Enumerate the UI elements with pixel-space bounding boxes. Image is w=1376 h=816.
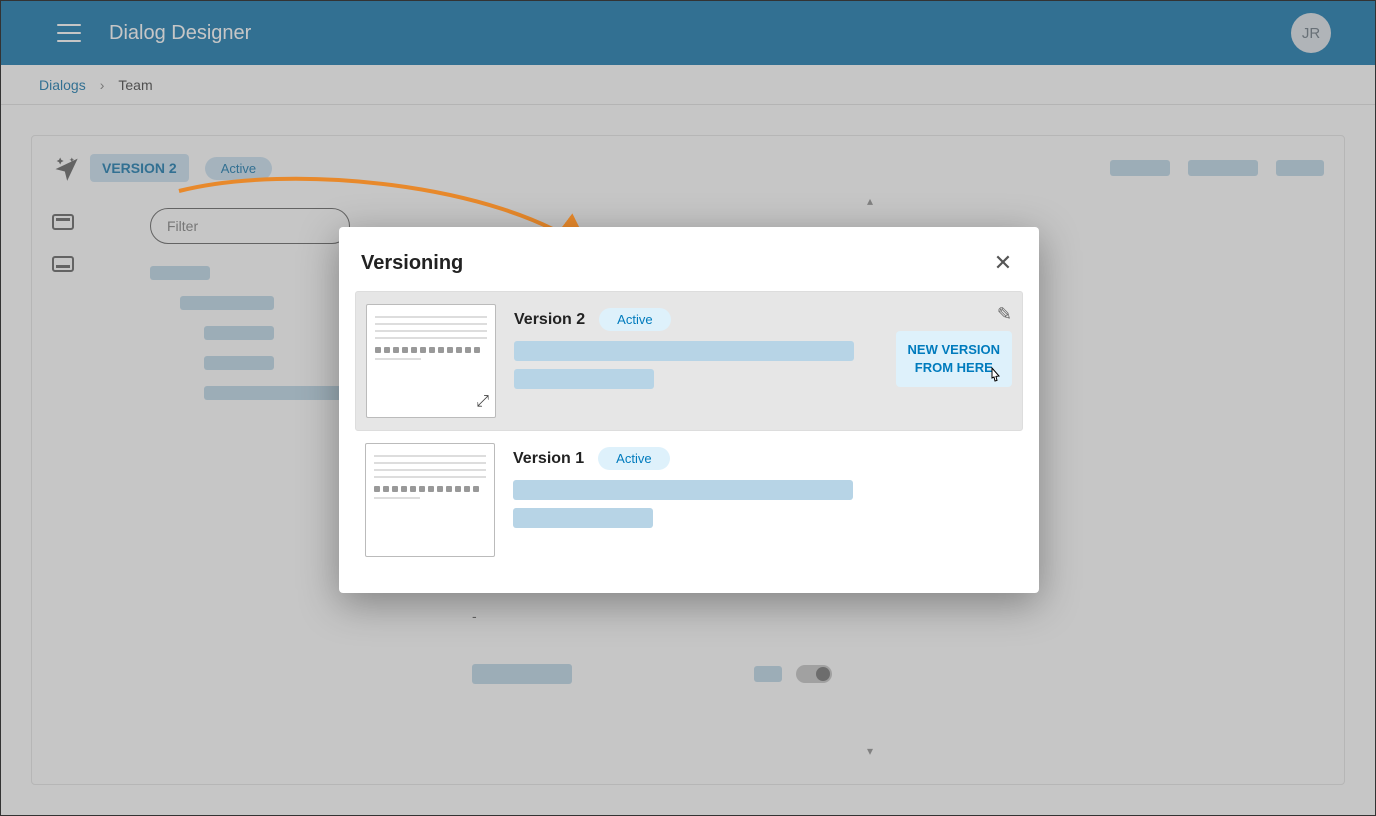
version-row[interactable]: Version 1 Active bbox=[355, 431, 1023, 569]
cursor-pointer-icon bbox=[986, 366, 1004, 395]
version-thumbnail[interactable]: ⤢ bbox=[366, 304, 496, 418]
version-name: Version 1 bbox=[513, 450, 584, 468]
version-info-placeholder bbox=[514, 341, 854, 361]
close-icon[interactable]: ✕ bbox=[989, 249, 1017, 277]
version-status-badge: Active bbox=[599, 308, 670, 331]
version-status-badge: Active bbox=[598, 447, 669, 470]
button-label-line1: NEW VERSION bbox=[908, 341, 1000, 359]
version-thumbnail[interactable] bbox=[365, 443, 495, 557]
version-info-placeholder bbox=[514, 369, 654, 389]
expand-icon[interactable]: ⤢ bbox=[476, 393, 489, 411]
version-info-placeholder bbox=[513, 480, 853, 500]
edit-icon[interactable]: ✎ bbox=[997, 304, 1012, 325]
version-name: Version 2 bbox=[514, 311, 585, 329]
version-info-placeholder bbox=[513, 508, 653, 528]
versioning-modal: Versioning ✕ ⤢ Version 2 Active bbox=[339, 227, 1039, 593]
modal-title: Versioning bbox=[361, 252, 463, 275]
new-version-from-here-button[interactable]: NEW VERSION FROM HERE bbox=[896, 331, 1012, 387]
version-row-selected[interactable]: ⤢ Version 2 Active ✎ NEW VERSION FROM HE… bbox=[355, 291, 1023, 431]
